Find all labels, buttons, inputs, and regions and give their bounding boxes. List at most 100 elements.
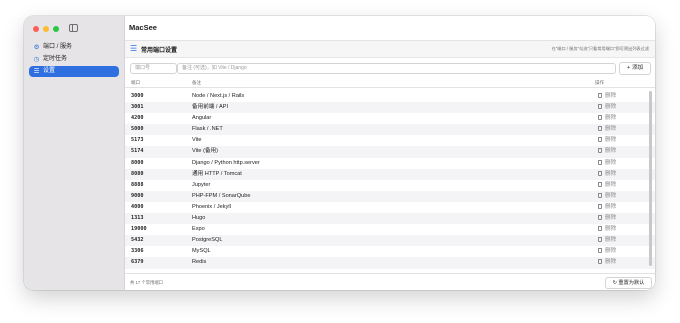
- trash-icon: [598, 115, 602, 121]
- port-note: Vite: [192, 137, 202, 144]
- table-row: 5173 Vite 删除: [125, 135, 655, 146]
- trash-icon: [598, 159, 602, 165]
- sidebar-toggle-icon[interactable]: [69, 24, 78, 32]
- sidebar-item-label: 设置: [43, 68, 56, 74]
- delete-label: 删除: [605, 203, 617, 210]
- section-header: ☰ 常用端口设置 在"端口 / 服务"勾选"只看常用端口"即可筛出列表过滤: [125, 41, 655, 58]
- port-note: Angular: [192, 115, 212, 122]
- delete-button[interactable]: 删除: [598, 257, 616, 268]
- trash-icon: [598, 192, 602, 198]
- table-header: 端口 备注 操作: [125, 78, 655, 88]
- port-note: Expo: [192, 226, 205, 233]
- sidebar-item-ports[interactable]: ⚙ 端口 / 服务: [29, 42, 119, 53]
- trash-icon: [598, 181, 602, 187]
- section-title: 常用端口设置: [141, 48, 178, 54]
- delete-button[interactable]: 删除: [598, 169, 616, 180]
- port-value: 3001: [131, 104, 144, 111]
- delete-button[interactable]: 删除: [598, 235, 616, 246]
- port-note: 备用前端 / API: [192, 104, 229, 111]
- delete-button[interactable]: 删除: [598, 202, 616, 213]
- port-value: 5174: [131, 148, 144, 155]
- port-value: 1313: [131, 215, 144, 222]
- delete-button[interactable]: 删除: [598, 246, 616, 257]
- clock-icon: ◷: [33, 56, 40, 63]
- trash-icon: [598, 237, 602, 243]
- port-value: 3000: [131, 93, 144, 99]
- port-note: PHP-FPM / SonarQube: [192, 192, 251, 199]
- delete-button[interactable]: 删除: [598, 102, 616, 113]
- trash-icon: [598, 126, 602, 132]
- gear-icon: ⚙: [33, 44, 40, 51]
- sidebar-item-label: 定时任务: [43, 56, 68, 62]
- table-row: 8080 通用 HTTP / Tomcat 删除: [125, 168, 655, 180]
- port-value: 5000: [131, 126, 144, 133]
- table-row: 3001 备用前端 / API 删除: [125, 102, 655, 114]
- table-row: 4200 Angular 删除: [125, 113, 655, 124]
- delete-label: 删除: [605, 126, 617, 133]
- delete-button[interactable]: 删除: [598, 91, 616, 102]
- delete-label: 删除: [605, 104, 617, 111]
- column-header-note: 备注: [192, 80, 201, 85]
- footer: 共 17 个常用端口 ↻ 重置为默认: [125, 273, 655, 290]
- trash-icon: [598, 148, 602, 154]
- port-value: 8888: [131, 181, 144, 188]
- delete-button[interactable]: 删除: [598, 135, 616, 146]
- port-input[interactable]: 端口号: [130, 63, 177, 74]
- delete-button[interactable]: 删除: [598, 113, 616, 124]
- list-icon: ☰: [33, 68, 40, 75]
- delete-label: 删除: [605, 137, 617, 144]
- column-header-port: 端口: [131, 80, 140, 85]
- reset-to-default-button[interactable]: ↻ 重置为默认: [605, 277, 652, 289]
- port-note: Flask / .NET: [192, 126, 223, 133]
- minimize-window-button[interactable]: [43, 26, 49, 32]
- delete-label: 删除: [605, 259, 617, 266]
- delete-button[interactable]: 删除: [598, 158, 616, 169]
- delete-button[interactable]: 删除: [598, 180, 616, 191]
- delete-button[interactable]: 删除: [598, 191, 616, 202]
- port-value: 5432: [131, 237, 144, 244]
- port-note: Phoenix / Jekyll: [192, 203, 231, 210]
- delete-button[interactable]: 删除: [598, 213, 616, 224]
- delete-button[interactable]: 删除: [598, 224, 616, 235]
- note-input[interactable]: 备注 (可选)，如 Vite / Django: [177, 63, 616, 74]
- port-note: Node / Next.js / Rails: [192, 93, 245, 99]
- vertical-scrollbar[interactable]: [649, 91, 652, 266]
- reset-icon: ↻: [612, 280, 617, 286]
- port-value: 8000: [131, 159, 144, 166]
- titlebar: MacSee: [125, 16, 655, 41]
- port-note: Redis: [192, 259, 207, 266]
- port-value: 5173: [131, 137, 144, 144]
- list-icon: ☰: [130, 44, 138, 53]
- port-value: 6379: [131, 259, 144, 266]
- zoom-window-button[interactable]: [53, 26, 59, 32]
- trash-icon: [598, 170, 602, 176]
- app-title: MacSee: [129, 23, 157, 32]
- port-value: 9000: [131, 192, 144, 199]
- main-content: MacSee ☰ 常用端口设置 在"端口 / 服务"勾选"只看常用端口"即可筛出…: [125, 16, 655, 290]
- port-note: Django / Python http.server: [192, 159, 260, 166]
- delete-label: 删除: [605, 159, 617, 166]
- delete-label: 删除: [605, 170, 617, 177]
- app-window: ⚙ 端口 / 服务 ◷ 定时任务 ☰ 设置 MacSee ☰ 常用端口设置 在"…: [24, 16, 655, 290]
- delete-button[interactable]: 删除: [598, 146, 616, 157]
- trash-icon: [598, 93, 602, 98]
- add-button[interactable]: + 添加: [619, 62, 651, 75]
- delete-label: 删除: [605, 115, 617, 122]
- trash-icon: [598, 215, 602, 221]
- trash-icon: [598, 104, 602, 110]
- reset-button-label: 重置为默认: [618, 280, 645, 286]
- delete-label: 删除: [605, 226, 617, 233]
- delete-label: 删除: [605, 192, 617, 199]
- section-hint: 在"端口 / 服务"勾选"只看常用端口"即可筛出列表过滤: [551, 46, 649, 51]
- table-row: 8888 Jupyter 删除: [125, 180, 655, 191]
- table-row: 19000 Expo 删除: [125, 224, 655, 235]
- delete-label: 删除: [605, 215, 617, 222]
- column-header-actions: 操作: [595, 80, 604, 85]
- port-value: 19000: [131, 226, 147, 233]
- delete-button[interactable]: 删除: [598, 124, 616, 135]
- sidebar-item-settings[interactable]: ☰ 设置: [29, 66, 119, 77]
- close-window-button[interactable]: [33, 26, 39, 32]
- table-row: 5000 Flask / .NET 删除: [125, 124, 655, 136]
- table-row: 6379 Redis 删除: [125, 257, 655, 269]
- sidebar-item-scheduled-tasks[interactable]: ◷ 定时任务: [29, 54, 119, 65]
